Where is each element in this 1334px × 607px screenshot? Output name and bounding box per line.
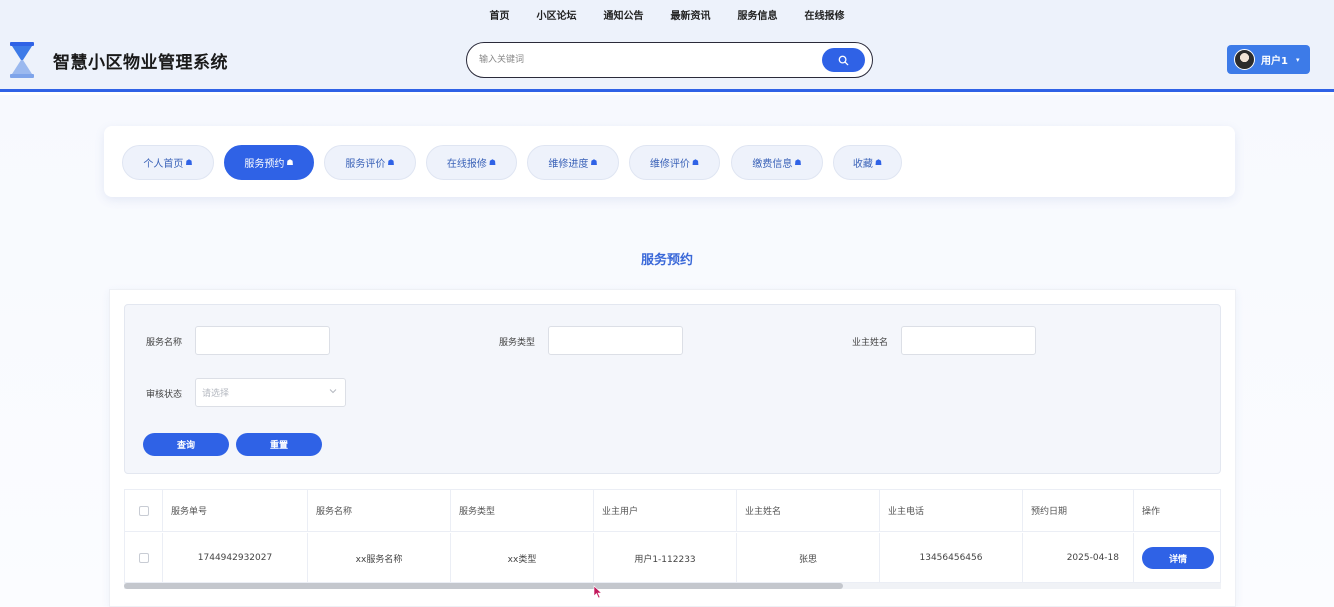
audit-status-label: 审核状态	[146, 390, 183, 400]
query-button[interactable]: 查询	[143, 433, 229, 456]
col-header: 业主用户	[594, 490, 737, 532]
col-header: 服务类型	[451, 490, 594, 532]
site-header: 首页 小区论坛 通知公告 最新资讯 服务信息 在线报修 智慧小区物业管理系统 用…	[0, 0, 1334, 92]
table-cell: xx服务名称	[308, 533, 451, 582]
search-icon	[838, 55, 849, 65]
service-name-label: 服务名称	[146, 338, 183, 348]
tab-icon: ☗	[794, 158, 802, 167]
table-cell: xx类型	[451, 533, 594, 582]
user-menu-button[interactable]: 用户1 ▾	[1227, 45, 1310, 74]
table-scrollbar-thumb[interactable]	[124, 583, 843, 589]
search-input[interactable]	[479, 51, 809, 69]
tab-label: 收藏	[852, 159, 873, 170]
tab-label: 在线报修	[446, 159, 487, 170]
avatar	[1234, 49, 1255, 70]
audit-status-select[interactable]: 请选择	[195, 378, 346, 407]
booking-table: 服务单号 服务名称 服务类型 业主用户 业主姓名 业主电话 预约日期 操作 17…	[124, 489, 1221, 583]
service-name-input[interactable]	[195, 326, 330, 355]
tab-label: 个人首页	[143, 159, 184, 170]
tab-repair-progress[interactable]: 维修进度 ☗	[527, 145, 619, 180]
tab-icon: ☗	[387, 158, 395, 167]
col-header: 操作	[1134, 490, 1220, 532]
col-header: 服务单号	[163, 490, 308, 532]
tab-label: 服务评价	[345, 159, 386, 170]
owner-name-input[interactable]	[901, 326, 1036, 355]
hourglass-logo-icon	[10, 42, 34, 78]
search-box	[466, 42, 873, 78]
tab-icon: ☗	[874, 158, 883, 167]
table-cell: 1744942932027	[163, 533, 308, 582]
table-cell: 用户1-112233	[594, 533, 737, 582]
page-title: 服务预约	[640, 253, 693, 268]
col-header: 服务名称	[308, 490, 451, 532]
tab-icon: ☗	[286, 158, 294, 167]
reset-button[interactable]: 重置	[236, 433, 322, 456]
select-all-cell	[125, 490, 163, 532]
nav-service-info[interactable]: 服务信息	[738, 7, 778, 22]
service-type-label: 服务类型	[499, 338, 536, 348]
tab-personal-home[interactable]: 个人首页 ☗	[122, 145, 214, 180]
table-cell: 2025-04-18	[1023, 533, 1134, 582]
tab-service-review[interactable]: 服务评价 ☗	[324, 145, 416, 180]
site-title: 智慧小区物业管理系统	[53, 53, 228, 73]
tab-label: 维修进度	[548, 159, 589, 170]
top-nav: 首页 小区论坛 通知公告 最新资讯 服务信息 在线报修	[0, 0, 1334, 28]
row-select-cell	[125, 533, 163, 582]
tab-label: 缴费信息	[752, 159, 793, 170]
user-name: 用户1	[1261, 56, 1288, 67]
nav-home[interactable]: 首页	[490, 7, 510, 22]
service-type-input[interactable]	[548, 326, 683, 355]
owner-name-label: 业主姓名	[852, 338, 889, 348]
search-form: 服务名称 服务类型 业主姓名 审核状态 请选择 查询 重置	[124, 304, 1221, 474]
nav-repair[interactable]: 在线报修	[805, 7, 845, 22]
actions-cell: 详情	[1134, 533, 1220, 582]
mouse-cursor-icon	[593, 585, 603, 599]
user-center-tabs: 个人首页 ☗ 服务预约 ☗ 服务评价 ☗ 在线报修 ☗ 维修进度 ☗ 维修评价 ☗ 缴费信息…	[104, 126, 1235, 197]
detail-button[interactable]: 详情	[1142, 547, 1214, 569]
audit-status-placeholder: 请选择	[202, 389, 230, 399]
tab-icon: ☗	[488, 158, 497, 167]
tab-payment-info[interactable]: 缴费信息 ☗	[731, 145, 823, 180]
tab-service-booking[interactable]: 服务预约 ☗	[224, 145, 314, 180]
tab-favorites[interactable]: 收藏 ☗	[833, 145, 902, 180]
tab-icon: ☗	[185, 158, 193, 167]
table-cell: 张思	[737, 533, 880, 582]
col-header: 业主姓名	[737, 490, 880, 532]
tab-icon: ☗	[691, 158, 700, 167]
search-button[interactable]	[822, 48, 865, 72]
select-all-checkbox[interactable]	[138, 505, 149, 516]
tab-label: 维修评价	[649, 159, 690, 170]
tab-icon: ☗	[590, 158, 598, 167]
tab-label: 服务预约	[244, 159, 285, 170]
tab-repair-review[interactable]: 维修评价 ☗	[629, 145, 720, 180]
nav-notice[interactable]: 通知公告	[604, 7, 644, 22]
chevron-down-icon	[329, 389, 337, 394]
chevron-down-icon: ▾	[1295, 55, 1300, 64]
nav-news[interactable]: 最新资讯	[671, 7, 711, 22]
row-checkbox[interactable]	[138, 553, 149, 563]
table-cell: 13456456456	[880, 533, 1023, 582]
tab-online-repair[interactable]: 在线报修 ☗	[426, 145, 517, 180]
nav-forum[interactable]: 小区论坛	[537, 7, 577, 22]
col-header: 预约日期	[1023, 490, 1134, 532]
col-header: 业主电话	[880, 490, 1023, 532]
